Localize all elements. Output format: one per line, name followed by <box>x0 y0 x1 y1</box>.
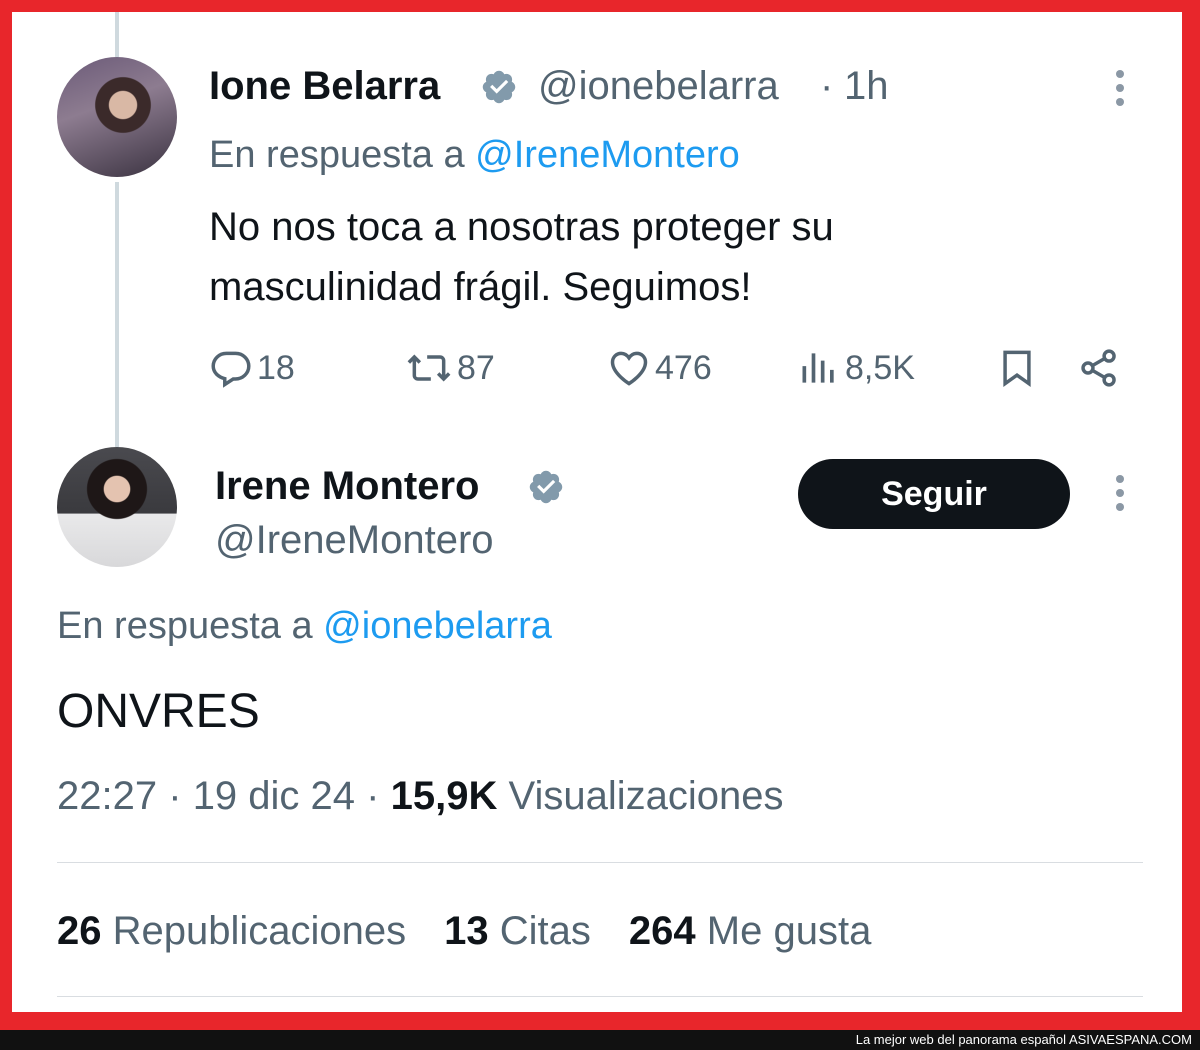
divider <box>57 862 1143 863</box>
reply-icon <box>211 351 251 388</box>
divider <box>57 996 1143 997</box>
reposts-count: 26 <box>57 909 102 953</box>
separator-dot: · <box>168 774 182 818</box>
thread-connector-line <box>115 12 119 57</box>
separator-dot: · <box>366 774 380 818</box>
reply-count: 18 <box>257 348 295 387</box>
tweet2-author-name[interactable]: Irene Montero <box>215 464 479 509</box>
tweet2-reply-context: En respuesta a @ionebelarra <box>57 605 552 648</box>
views-icon <box>802 353 834 383</box>
tweet2-handle[interactable]: @IreneMontero <box>215 518 494 563</box>
repost-button[interactable]: 87 <box>405 346 495 390</box>
like-button[interactable]: 476 <box>607 346 712 390</box>
tweet2-time[interactable]: 22:27 <box>57 774 157 818</box>
like-icon <box>610 351 648 386</box>
like-count: 476 <box>655 348 712 387</box>
quotes-count: 13 <box>444 909 489 953</box>
tweet1-handle[interactable]: @ionebelarra <box>538 64 779 109</box>
reposts-stat[interactable]: 26 Republicaciones <box>57 909 406 953</box>
tweet1-text-line: No nos toca a nosotras proteger su <box>209 205 834 249</box>
tweet1-text-line: masculinidad frágil. Seguimos! <box>209 265 752 309</box>
quotes-stat[interactable]: 13 Citas <box>444 909 591 953</box>
tweet2-stats: 26 Republicaciones 13 Citas 264 Me gusta <box>57 909 871 954</box>
more-dots-icon[interactable] <box>1114 70 1126 112</box>
verified-badge-icon <box>527 468 565 511</box>
likes-label: Me gusta <box>706 909 872 953</box>
likes-count: 264 <box>628 909 696 953</box>
avatar-ione-belarra[interactable] <box>57 57 177 177</box>
repost-count: 87 <box>457 348 495 387</box>
footer-tagline: La mejor web del panorama español <box>855 1032 1067 1047</box>
tweet1-text: No nos toca a nosotras proteger su mascu… <box>209 197 1109 317</box>
quotes-label: Citas <box>499 909 591 953</box>
reply-mention-link[interactable]: @IreneMontero <box>475 134 740 176</box>
verified-badge-icon <box>480 68 518 111</box>
footer-text: La mejor web del panorama español ASIVAE… <box>856 1031 1192 1049</box>
views-count: 15,9K <box>390 774 498 818</box>
separator-dot: · <box>820 64 834 108</box>
thread-connector-line <box>115 182 119 447</box>
reposts-label: Republicaciones <box>112 909 407 953</box>
reply-button[interactable]: 18 <box>209 346 295 390</box>
footer-brand-link[interactable]: ASIVAESPANA.COM <box>1069 1032 1192 1047</box>
repost-icon <box>407 354 451 382</box>
tweet2-meta: 22:27 · 19 dic 24 · 15,9K Visualizacione… <box>57 774 783 819</box>
views-label: Visualizaciones <box>508 774 784 818</box>
views-count: 8,5K <box>845 348 915 387</box>
reply-prefix: En respuesta a <box>57 605 313 647</box>
views-button[interactable]: 8,5K <box>797 346 915 390</box>
more-dots-icon[interactable] <box>1114 475 1126 517</box>
avatar-irene-montero[interactable] <box>57 447 177 567</box>
likes-stat[interactable]: 264 Me gusta <box>629 909 871 953</box>
tweet2-date[interactable]: 19 dic 24 <box>193 774 355 818</box>
bookmark-icon <box>1003 350 1031 387</box>
tweet1-time[interactable]: 1h <box>844 64 889 109</box>
reply-mention-link[interactable]: @ionebelarra <box>323 605 552 647</box>
tweet1-reply-context: En respuesta a @IreneMontero <box>209 134 740 177</box>
bookmark-button[interactable] <box>995 346 1043 390</box>
tweet2-text: ONVRES <box>57 685 260 738</box>
tweet-screenshot-frame: Ione Belarra @ionebelarra · 1h En respue… <box>12 12 1182 1012</box>
reply-prefix: En respuesta a <box>209 134 465 176</box>
tweet1-author-name[interactable]: Ione Belarra <box>209 64 440 109</box>
share-button[interactable] <box>1077 346 1125 390</box>
follow-button[interactable]: Seguir <box>798 459 1070 529</box>
share-icon <box>1081 349 1116 387</box>
